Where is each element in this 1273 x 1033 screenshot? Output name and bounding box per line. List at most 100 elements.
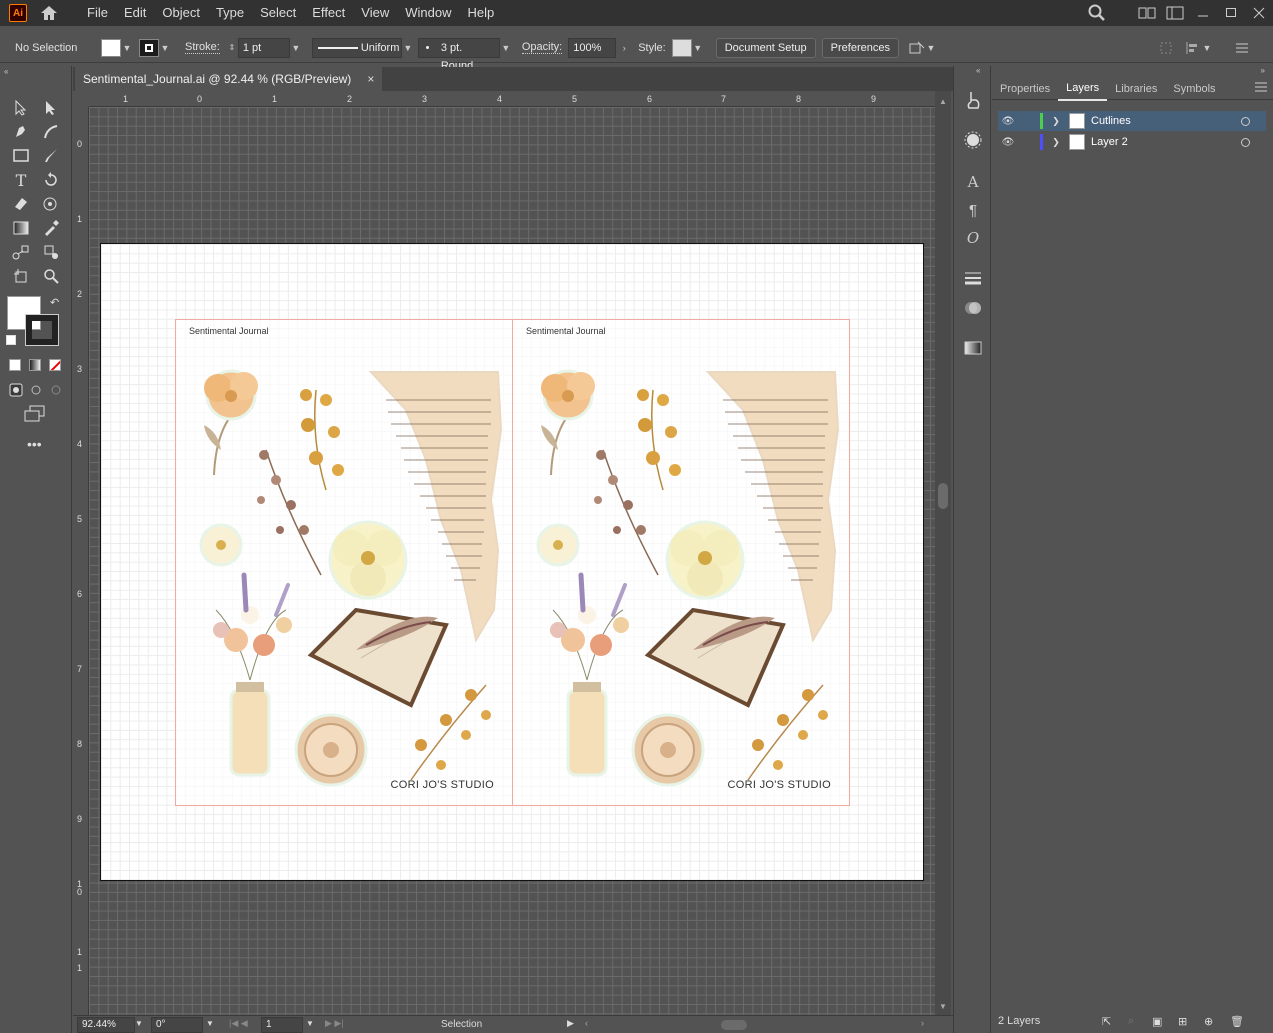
zoom-field[interactable]: 92.44%	[77, 1017, 135, 1033]
collapse-icon[interactable]: «	[976, 66, 980, 75]
delete-layer-icon[interactable]: 🗑	[1230, 1015, 1244, 1028]
default-colors-icon[interactable]	[6, 335, 16, 345]
sticker-golden-sprig[interactable]	[747, 684, 828, 781]
sticker-book-quill[interactable]	[644, 607, 786, 708]
scroll-right-icon[interactable]: ›	[921, 1018, 924, 1028]
type-tool-icon[interactable]: T	[10, 170, 32, 190]
sticker-artwork[interactable]	[513, 340, 849, 790]
menu-edit[interactable]: Edit	[116, 0, 154, 26]
sticker-cream-flower[interactable]	[328, 520, 408, 600]
gradient-mode-icon[interactable]	[29, 359, 41, 371]
paintbrush-tool-icon[interactable]	[40, 146, 62, 166]
sticker-script-paper[interactable]	[705, 371, 840, 643]
home-icon[interactable]	[39, 4, 59, 22]
scroll-up-icon[interactable]: ▲	[939, 97, 947, 106]
sticker-book-quill[interactable]	[307, 607, 449, 708]
status-menu-icon[interactable]: ▶	[567, 1018, 574, 1029]
character-icon[interactable]: A	[962, 172, 984, 192]
locate-object-icon[interactable]: ⌕	[1128, 1015, 1134, 1028]
clipping-mask-icon[interactable]: ▣	[1152, 1015, 1162, 1028]
preferences-button[interactable]: Preferences	[821, 37, 899, 58]
align-icon[interactable]	[1159, 41, 1175, 55]
last-artboard-icon[interactable]: ▶ ▶|	[325, 1018, 344, 1029]
selection-tool-icon[interactable]	[10, 98, 32, 118]
blend-tool-icon[interactable]	[10, 242, 32, 262]
chevron-down-icon[interactable]: ▼	[500, 43, 512, 53]
new-layer-icon[interactable]: ⊕	[1204, 1015, 1213, 1028]
stroke-color-box[interactable]	[25, 314, 59, 346]
menu-object[interactable]: Object	[154, 0, 208, 26]
horizontal-ruler[interactable]: 1 0 1 2 3 4 5 6 7 8 9	[89, 91, 935, 107]
layer-row-layer-2[interactable]: 👁 ❯ Layer 2	[998, 132, 1266, 152]
transform-icon[interactable]	[1185, 41, 1201, 55]
menu-help[interactable]: Help	[459, 0, 502, 26]
chevron-down-icon[interactable]: ▼	[206, 1019, 214, 1028]
tab-symbols[interactable]: Symbols	[1165, 78, 1223, 100]
menu-file[interactable]: File	[79, 0, 116, 26]
sticker-flower-jar[interactable]	[213, 572, 292, 777]
symbol-sprayer-tool-icon[interactable]	[40, 242, 62, 262]
chevron-down-icon[interactable]: ▼	[290, 43, 302, 53]
brush-definition[interactable]: 3 pt. Round	[417, 37, 500, 72]
stroke-weight-field[interactable]: 1 pt	[237, 37, 290, 58]
chevron-down-icon[interactable]: ▼	[135, 1019, 143, 1028]
recolor-icon[interactable]	[909, 41, 925, 55]
menu-select[interactable]: Select	[252, 0, 304, 26]
chevron-down-icon[interactable]: ▼	[1201, 43, 1213, 53]
screen-mode-icon[interactable]	[24, 404, 46, 424]
tab-layers[interactable]: Layers	[1058, 77, 1108, 101]
sticker-wax-seal[interactable]	[631, 713, 705, 787]
minimize-icon[interactable]	[1189, 0, 1217, 26]
draw-inside-icon[interactable]	[45, 380, 67, 400]
sticker-yellow-sprig[interactable]	[637, 389, 681, 491]
sticker-artwork[interactable]	[176, 340, 512, 790]
draw-behind-icon[interactable]	[25, 380, 47, 400]
scroll-down-icon[interactable]: ▼	[939, 1002, 947, 1011]
draw-normal-icon[interactable]	[5, 380, 27, 400]
touch-type-icon[interactable]	[962, 90, 984, 110]
sticker-flower-jar[interactable]	[550, 572, 629, 777]
chevron-down-icon[interactable]: ▼	[402, 43, 414, 53]
zoom-tool-icon[interactable]	[40, 266, 62, 286]
layer-target-icon[interactable]	[1241, 116, 1250, 126]
search-icon[interactable]	[1083, 0, 1111, 26]
sticker-wax-seal[interactable]	[294, 713, 368, 787]
direct-selection-tool-icon[interactable]	[40, 98, 62, 118]
panel-menu-icon[interactable]	[1235, 42, 1251, 54]
eraser-tool-icon[interactable]	[10, 194, 32, 214]
sticker-orange-flower[interactable]	[204, 369, 258, 476]
expand-chevron-icon[interactable]: ❯	[1047, 137, 1065, 148]
paragraph-icon[interactable]: ¶	[962, 200, 984, 220]
vertical-scroll-thumb[interactable]	[938, 483, 948, 509]
stroke-panel-icon[interactable]	[962, 268, 984, 288]
sticker-golden-sprig[interactable]	[410, 684, 491, 781]
menu-window[interactable]: Window	[397, 0, 459, 26]
document-tab[interactable]: Sentimental_Journal.ai @ 92.44 % (RGB/Pr…	[75, 67, 383, 91]
curvature-tool-icon[interactable]	[40, 122, 62, 142]
close-icon[interactable]	[1245, 0, 1273, 26]
transparency-icon[interactable]	[962, 298, 984, 318]
collapse-icon[interactable]: »	[1261, 66, 1265, 75]
arrange-documents-icon[interactable]	[1133, 0, 1161, 26]
workspace-icon[interactable]	[1161, 0, 1189, 26]
export-icon[interactable]: ⇱	[1102, 1015, 1111, 1028]
style-swatch[interactable]	[671, 38, 692, 57]
opacity-label[interactable]: Opacity:	[521, 41, 563, 54]
sticker-small-daisy[interactable]	[536, 523, 580, 567]
rotate-tool-icon[interactable]	[40, 170, 62, 190]
tab-properties[interactable]: Properties	[992, 78, 1058, 100]
tab-libraries[interactable]: Libraries	[1107, 78, 1165, 100]
sticker-yellow-sprig[interactable]	[300, 389, 344, 491]
artboard-tool-icon[interactable]	[10, 266, 32, 286]
vertical-scrollbar[interactable]: ▲ ▼	[935, 91, 951, 1015]
stepper-icon[interactable]: ⇕	[226, 43, 238, 52]
gradient-panel-icon[interactable]	[962, 338, 984, 358]
swap-colors-icon[interactable]: ↶	[50, 296, 59, 309]
sticker-sheet-left[interactable]: Sentimental Journal CORI JO'S STUDIO	[175, 319, 513, 806]
rectangle-tool-icon[interactable]	[10, 146, 32, 166]
maximize-icon[interactable]	[1217, 0, 1245, 26]
close-tab-icon[interactable]: ×	[367, 72, 374, 86]
artboard[interactable]: Sentimental Journal CORI JO'S STUDIO Sen…	[100, 243, 924, 881]
puppet-warp-tool-icon[interactable]	[40, 194, 62, 214]
vertical-ruler[interactable]: 01234567891011	[73, 107, 89, 1017]
